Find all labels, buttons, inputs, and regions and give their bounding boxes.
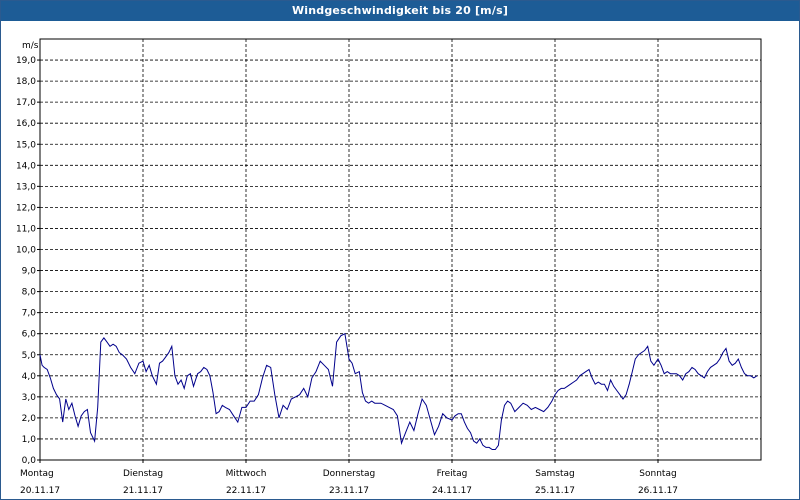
y-tick-label: 16,0 <box>16 119 36 129</box>
y-tick-label: 14,0 <box>16 161 36 171</box>
x-tick-date: 24.11.17 <box>432 486 472 496</box>
y-tick-label: 17,0 <box>16 98 36 108</box>
x-tick-date: 22.11.17 <box>226 486 266 496</box>
x-tick-date: 21.11.17 <box>123 486 163 496</box>
y-axis: 0,0 1,0 2,0 3,0 4,0 5,0 6,0 7,0 8,0 9,0 10,0 11,0 12… <box>16 56 40 466</box>
grid <box>40 39 761 460</box>
x-tick-day: Mittwoch <box>226 469 267 479</box>
x-tick-day: Dienstag <box>123 469 163 479</box>
y-tick-label: 6,0 <box>22 330 37 340</box>
x-tick-date: 23.11.17 <box>329 486 369 496</box>
y-tick-label: 11,0 <box>16 224 36 234</box>
x-tick-date: 26.11.17 <box>638 486 678 496</box>
y-tick-label: 10,0 <box>16 246 36 256</box>
y-tick-label: 4,0 <box>22 372 37 382</box>
y-tick-label: 8,0 <box>22 288 37 298</box>
y-tick-label: 7,0 <box>22 309 37 319</box>
y-tick-label: 12,0 <box>16 203 36 213</box>
series-lines <box>39 332 758 450</box>
x-axis: Montag 20.11.17 Dienstag 21.11.17 Mittwoch 22… <box>20 460 678 496</box>
wind-speed-line <box>39 332 758 450</box>
y-tick-label: 5,0 <box>22 351 37 361</box>
y-tick-label: 2,0 <box>22 414 37 424</box>
y-tick-label: 3,0 <box>22 393 37 403</box>
y-tick-label: 15,0 <box>16 140 36 150</box>
y-tick-label: 19,0 <box>16 56 36 66</box>
x-tick-day: Donnerstag <box>323 469 376 479</box>
x-tick-date: 20.11.17 <box>20 486 60 496</box>
y-tick-label: 0,0 <box>22 456 37 466</box>
wind-speed-chart: 0,0 1,0 2,0 3,0 4,0 5,0 6,0 7,0 8,0 9,0 10,0 11,0 12… <box>16 38 762 496</box>
x-tick-day: Samstag <box>535 469 574 479</box>
y-axis-unit-label: m/s <box>22 41 39 51</box>
y-tick-label: 13,0 <box>16 182 36 192</box>
x-tick-date: 25.11.17 <box>535 486 575 496</box>
y-tick-label: 9,0 <box>22 267 37 277</box>
y-tick-label: 18,0 <box>16 77 36 87</box>
x-tick-day: Montag <box>20 469 54 479</box>
x-tick-day: Sonntag <box>639 469 676 479</box>
y-tick-label: 1,0 <box>22 435 37 445</box>
x-tick-day: Freitag <box>437 469 468 479</box>
